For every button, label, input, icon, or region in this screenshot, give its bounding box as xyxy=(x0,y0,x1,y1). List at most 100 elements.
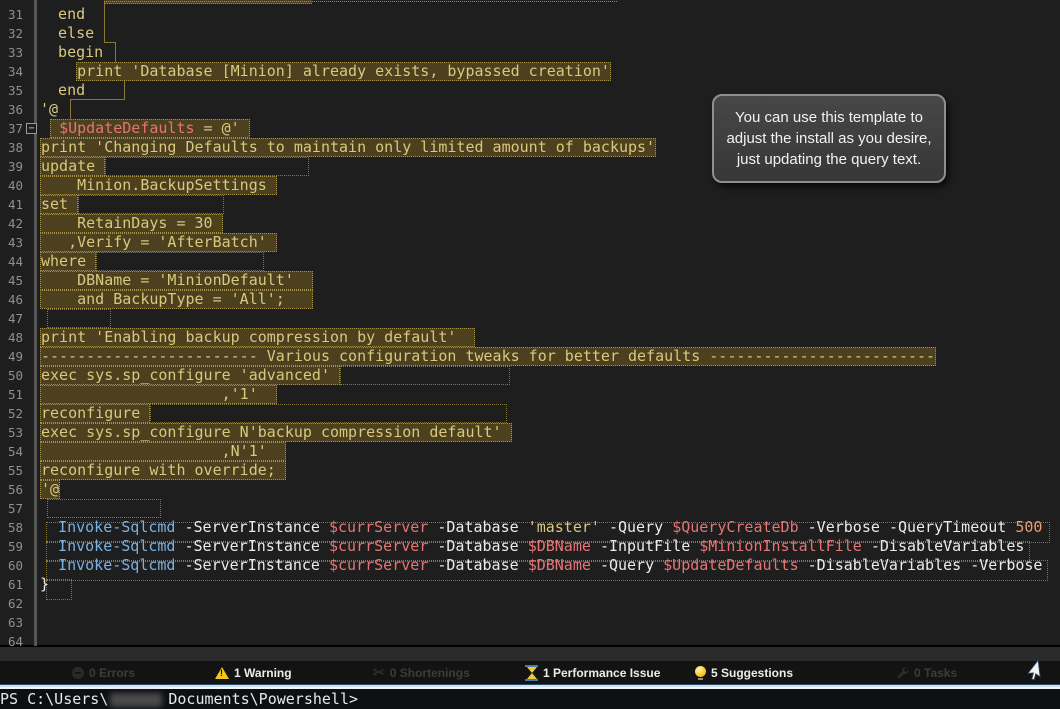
line-number: 64 xyxy=(0,632,34,646)
line-number: 35 xyxy=(0,81,34,100)
herestring-highlight: ,'1' xyxy=(40,385,277,404)
code-text xyxy=(34,499,161,518)
prompt-suffix: Documents\Powershell> xyxy=(168,690,358,708)
status-item-warning-triangle[interactable]: !1 Warning xyxy=(215,661,292,684)
code-line[interactable]: 32 else xyxy=(0,24,1060,43)
code-line[interactable]: 62 xyxy=(0,594,1060,613)
herestring-highlight: ,N'1' xyxy=(40,442,286,461)
code-line[interactable]: 48print 'Enabling backup compression by … xyxy=(0,328,1060,347)
code-text: ,Verify = 'AfterBatch' xyxy=(34,233,277,252)
status-item-label: 5 Suggestions xyxy=(711,666,793,680)
code-line[interactable]: 53exec sys.sp_configure N'backup compres… xyxy=(0,423,1060,442)
status-item-label: 0 Tasks xyxy=(914,666,957,680)
code-line[interactable]: 63 xyxy=(0,613,1060,632)
tooltip-popup: You can use this template to adjust the … xyxy=(712,94,946,183)
line-number: 57 xyxy=(0,499,34,518)
code-text: $UpdateDefaults = @' xyxy=(34,119,250,138)
code-line[interactable]: 41set xyxy=(0,195,1060,214)
code-line[interactable]: 61} xyxy=(0,575,1060,594)
code-text xyxy=(34,632,40,646)
status-item-wrench[interactable]: 0 Tasks xyxy=(895,661,957,684)
code-line[interactable]: 60 Invoke-Sqlcmd -ServerInstance $currSe… xyxy=(0,556,1060,575)
code-line[interactable]: 58 Invoke-Sqlcmd -ServerInstance $currSe… xyxy=(0,518,1060,537)
code-text: '@ xyxy=(34,100,58,119)
code-line[interactable]: 57 xyxy=(0,499,1060,518)
code-text: } xyxy=(34,575,49,594)
herestring-highlight: ,Verify = 'AfterBatch' xyxy=(40,233,277,252)
code-text: Minion.BackupSettings xyxy=(34,176,277,195)
code-line[interactable]: 59 Invoke-Sqlcmd -ServerInstance $currSe… xyxy=(0,537,1060,556)
code-text: Invoke-Sqlcmd -ServerInstance $currServe… xyxy=(34,518,1042,537)
line-number: 61 xyxy=(0,575,34,594)
line-number: 41 xyxy=(0,195,34,214)
code-line[interactable]: 44where xyxy=(0,252,1060,271)
status-item-error-circle[interactable]: 0 Errors xyxy=(72,661,135,684)
line-number: 60 xyxy=(0,556,34,575)
code-line[interactable]: 31 end xyxy=(0,5,1060,24)
herestring-highlight: ------------------------ Various configu… xyxy=(40,347,936,366)
status-item-hourglass[interactable]: 1 Performance Issue xyxy=(525,661,660,684)
line-number: 42 xyxy=(0,214,34,233)
block-outline-box xyxy=(78,195,224,214)
code-line[interactable]: 47 xyxy=(0,309,1060,328)
status-item-scissors[interactable]: ✂0 Shortenings xyxy=(373,661,470,684)
fold-collapse-marker[interactable]: − xyxy=(26,123,37,134)
code-text: and BackupType = 'All'; xyxy=(34,290,313,309)
line-number: 39 xyxy=(0,157,34,176)
status-bar: 0 Errors !1 Warning ✂0 Shortenings 1 Perfor… xyxy=(0,661,1060,684)
herestring-highlight: reconfigure with override; xyxy=(40,461,286,480)
line-number: 51 xyxy=(0,385,34,404)
code-text: '@ xyxy=(34,480,60,499)
status-item-label: 0 Errors xyxy=(89,666,135,680)
panel-divider xyxy=(0,647,1060,661)
herestring-highlight: print 'Enabling backup compression by de… xyxy=(40,328,475,347)
code-line[interactable]: 56'@ xyxy=(0,480,1060,499)
code-text: update xyxy=(34,157,309,176)
code-line[interactable]: 50exec sys.sp_configure 'advanced' xyxy=(0,366,1060,385)
code-line[interactable]: 51 ,'1' xyxy=(0,385,1060,404)
code-line[interactable]: 43 ,Verify = 'AfterBatch' xyxy=(0,233,1060,252)
code-line[interactable]: 46 and BackupType = 'All'; xyxy=(0,290,1060,309)
block-outline-box xyxy=(47,309,111,328)
status-item-lightbulb[interactable]: 5 Suggestions xyxy=(695,661,793,684)
code-line[interactable]: 49------------------------ Various confi… xyxy=(0,347,1060,366)
line-number: 52 xyxy=(0,404,34,423)
code-line[interactable]: 55 reconfigure with override; xyxy=(0,461,1060,480)
code-text: reconfigure with override; xyxy=(34,461,286,480)
line-number: 32 xyxy=(0,24,34,43)
hourglass-icon xyxy=(525,665,538,681)
line-number: 55 xyxy=(0,461,34,480)
line-number: 40 xyxy=(0,176,34,195)
code-text: where xyxy=(34,252,264,271)
herestring-highlight: and BackupType = 'All'; xyxy=(40,290,313,309)
code-line[interactable]: 34 print 'Database [Minion] already exis… xyxy=(0,62,1060,81)
code-text: RetainDays = 30 xyxy=(34,214,223,233)
code-text xyxy=(34,613,40,632)
herestring-highlight: where xyxy=(40,252,96,271)
code-line[interactable]: 45 DBName = 'MinionDefault' xyxy=(0,271,1060,290)
line-number: 43 xyxy=(0,233,34,252)
code-line[interactable]: 52reconfigure xyxy=(0,404,1060,423)
line-number: 47 xyxy=(0,309,34,328)
line-number: 59 xyxy=(0,537,34,556)
code-text: ,N'1' xyxy=(34,442,286,461)
line-number: 46 xyxy=(0,290,34,309)
code-line[interactable]: 54 ,N'1' xyxy=(0,442,1060,461)
line-number: 63 xyxy=(0,613,34,632)
code-line[interactable]: 64 xyxy=(0,632,1060,646)
code-text: DBName = 'MinionDefault' xyxy=(34,271,313,290)
lightbulb-icon xyxy=(695,666,706,680)
code-line[interactable]: 33 begin xyxy=(0,43,1060,62)
code-text xyxy=(34,594,40,613)
block-outline xyxy=(104,1,617,2)
status-item-label: 1 Warning xyxy=(234,666,292,680)
herestring-highlight: RetainDays = 30 xyxy=(40,214,223,233)
status-item-label: 1 Performance Issue xyxy=(543,666,660,680)
console-prompt[interactable]: PS C:\Users\Documents\Powershell> xyxy=(0,689,1060,709)
code-line[interactable]: 42 RetainDays = 30 xyxy=(0,214,1060,233)
code-text: begin xyxy=(34,43,103,62)
wrench-icon xyxy=(895,666,909,680)
herestring-highlight: exec sys.sp_configure 'advanced' xyxy=(40,366,340,385)
line-number: 33 xyxy=(0,43,34,62)
powershell-ise-window: 31 end32 else33 begin34 print 'Database … xyxy=(0,0,1060,709)
